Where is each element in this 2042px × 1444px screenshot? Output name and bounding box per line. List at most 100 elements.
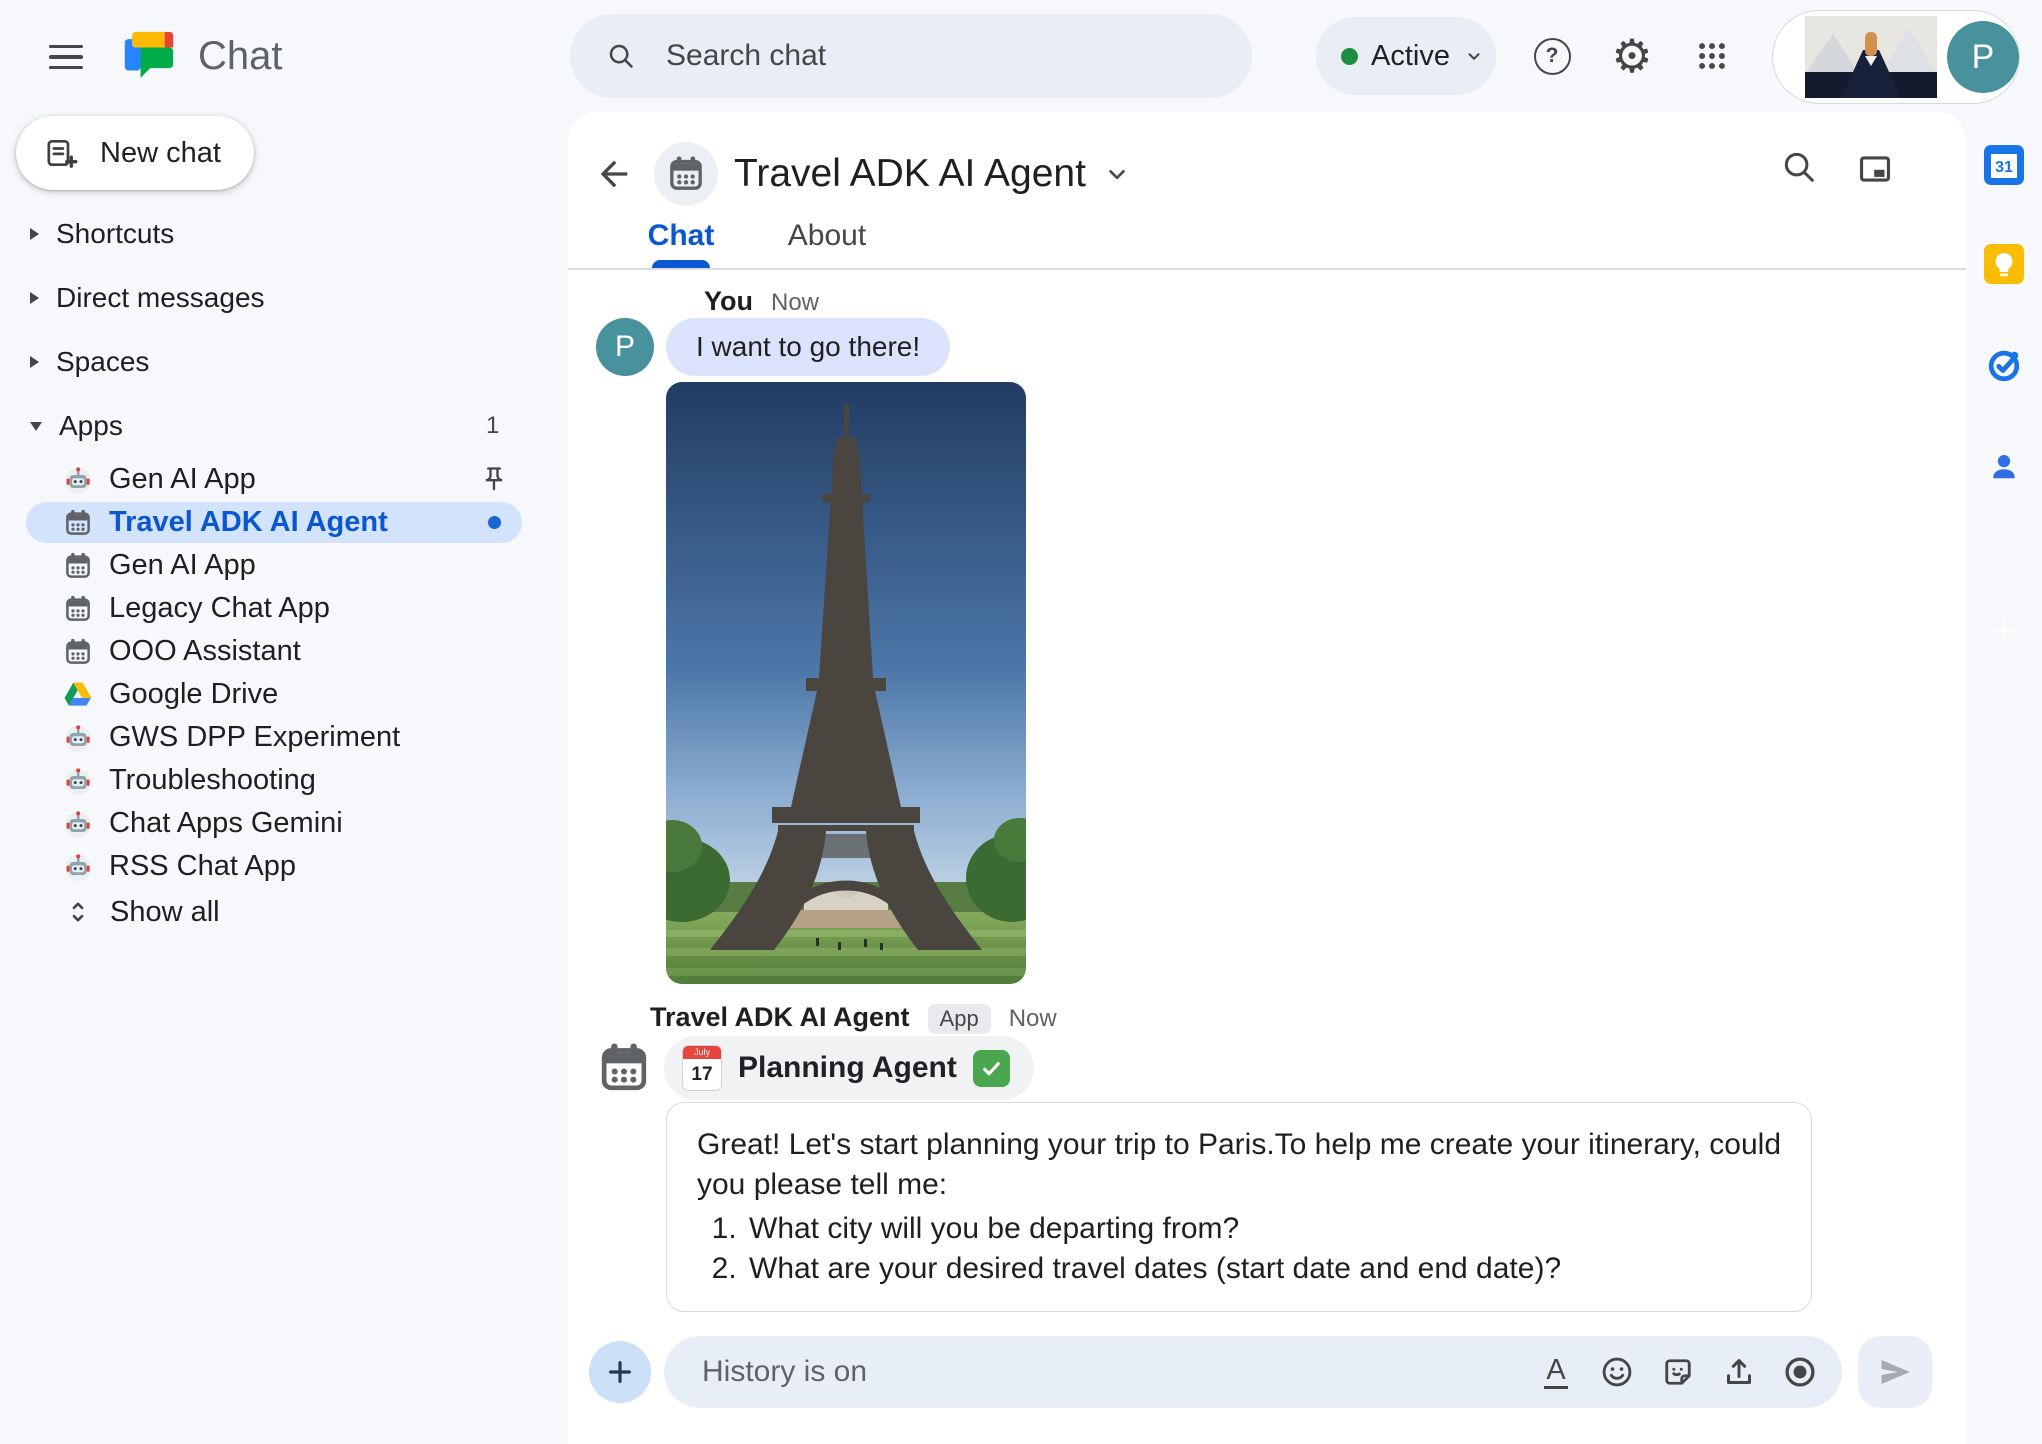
sidebar-app-item[interactable]: Troubleshooting bbox=[0, 759, 568, 802]
chat-app-avatar bbox=[654, 142, 718, 206]
status-label: Active bbox=[1371, 40, 1450, 73]
sidebar-section-apps[interactable]: Apps 1 bbox=[0, 394, 568, 458]
message-time: Now bbox=[1009, 1005, 1057, 1033]
calendar-icon bbox=[62, 636, 94, 668]
message-input[interactable]: History is on A bbox=[664, 1336, 1842, 1408]
emoji-button[interactable] bbox=[1595, 1350, 1639, 1394]
format-text-button[interactable]: A bbox=[1534, 1350, 1578, 1394]
pin-icon bbox=[480, 465, 508, 493]
robot-icon bbox=[62, 808, 94, 840]
sidebar-app-item[interactable]: Gen AI App bbox=[0, 458, 568, 501]
tab-chat[interactable]: Chat bbox=[626, 212, 736, 260]
main-menu-icon[interactable] bbox=[46, 37, 86, 77]
emoji-icon bbox=[1599, 1354, 1635, 1390]
sidebar-app-item[interactable]: GWS DPP Experiment bbox=[0, 716, 568, 759]
google-keep-button[interactable] bbox=[1982, 242, 2026, 286]
calendar-icon bbox=[62, 550, 94, 582]
calendar-date-icon: July 17 bbox=[682, 1045, 722, 1091]
google-chat-logo-icon bbox=[120, 27, 178, 85]
app-item-label: Legacy Chat App bbox=[109, 592, 330, 625]
search-icon bbox=[1780, 148, 1818, 186]
active-status-dot bbox=[1341, 48, 1358, 65]
sender-name: Travel ADK AI Agent bbox=[650, 1002, 910, 1033]
record-video-button[interactable] bbox=[1778, 1350, 1822, 1394]
unfold-more-icon bbox=[64, 898, 92, 926]
sidebar-app-item[interactable]: Travel ADK AI Agent bbox=[0, 501, 568, 544]
message-time: Now bbox=[771, 289, 819, 317]
gif-sticker-button[interactable] bbox=[1656, 1350, 1700, 1394]
app-item-label: Gen AI App bbox=[109, 463, 256, 496]
sidebar-app-item[interactable]: Legacy Chat App bbox=[0, 587, 568, 630]
app-item-label: RSS Chat App bbox=[109, 850, 296, 883]
collapse-arrow-icon bbox=[30, 422, 42, 431]
google-tasks-button[interactable] bbox=[1982, 343, 2026, 387]
upload-button[interactable] bbox=[1717, 1350, 1761, 1394]
robot-icon bbox=[62, 765, 94, 797]
google-calendar-button[interactable]: 31 bbox=[1982, 143, 2026, 187]
send-button[interactable] bbox=[1858, 1336, 1932, 1408]
message-sender-line: Travel ADK AI Agent App Now bbox=[650, 1002, 1057, 1034]
agent-message-intro: Great! Let's start planning your trip to… bbox=[697, 1125, 1781, 1205]
search-in-chat-button[interactable] bbox=[1776, 144, 1822, 190]
help-icon: ? bbox=[1534, 38, 1571, 75]
back-button[interactable] bbox=[592, 152, 636, 196]
collapse-arrow-icon bbox=[30, 292, 39, 304]
sidebar-app-item[interactable]: Chat Apps Gemini bbox=[0, 802, 568, 845]
section-label: Spaces bbox=[56, 346, 149, 378]
google-keep-icon bbox=[1984, 244, 2024, 284]
new-chat-icon bbox=[44, 135, 80, 171]
sidebar-app-item[interactable]: Gen AI App bbox=[0, 544, 568, 587]
chevron-down-icon bbox=[1463, 45, 1485, 67]
message-sender-line: You Now bbox=[704, 286, 819, 317]
help-button[interactable]: ? bbox=[1528, 32, 1576, 80]
user-avatar: P bbox=[596, 318, 654, 376]
show-all-button[interactable]: Show all bbox=[0, 888, 568, 936]
apps-grid-icon bbox=[1695, 39, 1729, 73]
compose-placeholder: History is on bbox=[702, 1355, 1517, 1389]
sidebar-app-item[interactable]: RSS Chat App bbox=[0, 845, 568, 888]
svg-text:31: 31 bbox=[1995, 159, 2013, 176]
app-item-label: Gen AI App bbox=[109, 549, 256, 582]
sidebar-section-spaces[interactable]: Spaces bbox=[0, 330, 568, 394]
sidebar-app-item[interactable]: Google Drive bbox=[0, 673, 568, 716]
agent-question: What are your desired travel dates (star… bbox=[745, 1249, 1781, 1289]
open-in-window-button[interactable] bbox=[1852, 146, 1898, 192]
calendar-icon bbox=[666, 154, 706, 194]
agent-question: What city will you be departing from? bbox=[745, 1209, 1781, 1249]
search-input[interactable]: Search chat bbox=[570, 14, 1252, 98]
sidebar-section-direct-messages[interactable]: Direct messages bbox=[0, 266, 568, 330]
apps-count-badge: 1 bbox=[486, 412, 499, 440]
add-attachment-button[interactable] bbox=[589, 1341, 651, 1403]
record-icon bbox=[1782, 1354, 1818, 1390]
status-selector[interactable]: Active bbox=[1316, 17, 1496, 95]
user-message-bubble: I want to go there! bbox=[666, 318, 950, 376]
planning-agent-chip: July 17 Planning Agent bbox=[664, 1036, 1034, 1100]
back-arrow-icon bbox=[594, 154, 634, 194]
agent-question-list: What city will you be departing from? Wh… bbox=[697, 1209, 1781, 1289]
sidebar-app-item[interactable]: OOO Assistant bbox=[0, 630, 568, 673]
eiffel-tower-image[interactable] bbox=[666, 382, 1026, 984]
gear-icon: ⚙ bbox=[1611, 33, 1652, 79]
account-button[interactable]: P bbox=[1772, 10, 2020, 104]
plus-icon bbox=[604, 1356, 636, 1388]
add-apps-button[interactable] bbox=[1982, 608, 2026, 652]
sidebar-section-shortcuts[interactable]: Shortcuts bbox=[0, 202, 568, 266]
google-contacts-button[interactable] bbox=[1982, 445, 2026, 489]
robot-icon bbox=[62, 851, 94, 883]
send-icon bbox=[1877, 1354, 1913, 1390]
divider bbox=[568, 268, 1966, 270]
picture-in-picture-icon bbox=[1856, 150, 1894, 188]
google-apps-button[interactable] bbox=[1688, 32, 1736, 80]
robot-icon bbox=[62, 464, 94, 496]
collapse-arrow-icon bbox=[30, 356, 39, 368]
app-item-label: Chat Apps Gemini bbox=[109, 807, 343, 840]
chat-panel: Travel ADK AI Agent Chat About You Now P… bbox=[568, 112, 1966, 1444]
calendar-icon bbox=[62, 593, 94, 625]
new-chat-button[interactable]: New chat bbox=[16, 116, 254, 190]
app-item-label: Travel ADK AI Agent bbox=[109, 506, 388, 539]
settings-button[interactable]: ⚙ bbox=[1608, 32, 1656, 80]
workspace-artwork bbox=[1805, 16, 1937, 98]
section-label: Shortcuts bbox=[56, 218, 174, 250]
sticker-icon bbox=[1660, 1354, 1696, 1390]
tab-about[interactable]: About bbox=[764, 212, 890, 260]
